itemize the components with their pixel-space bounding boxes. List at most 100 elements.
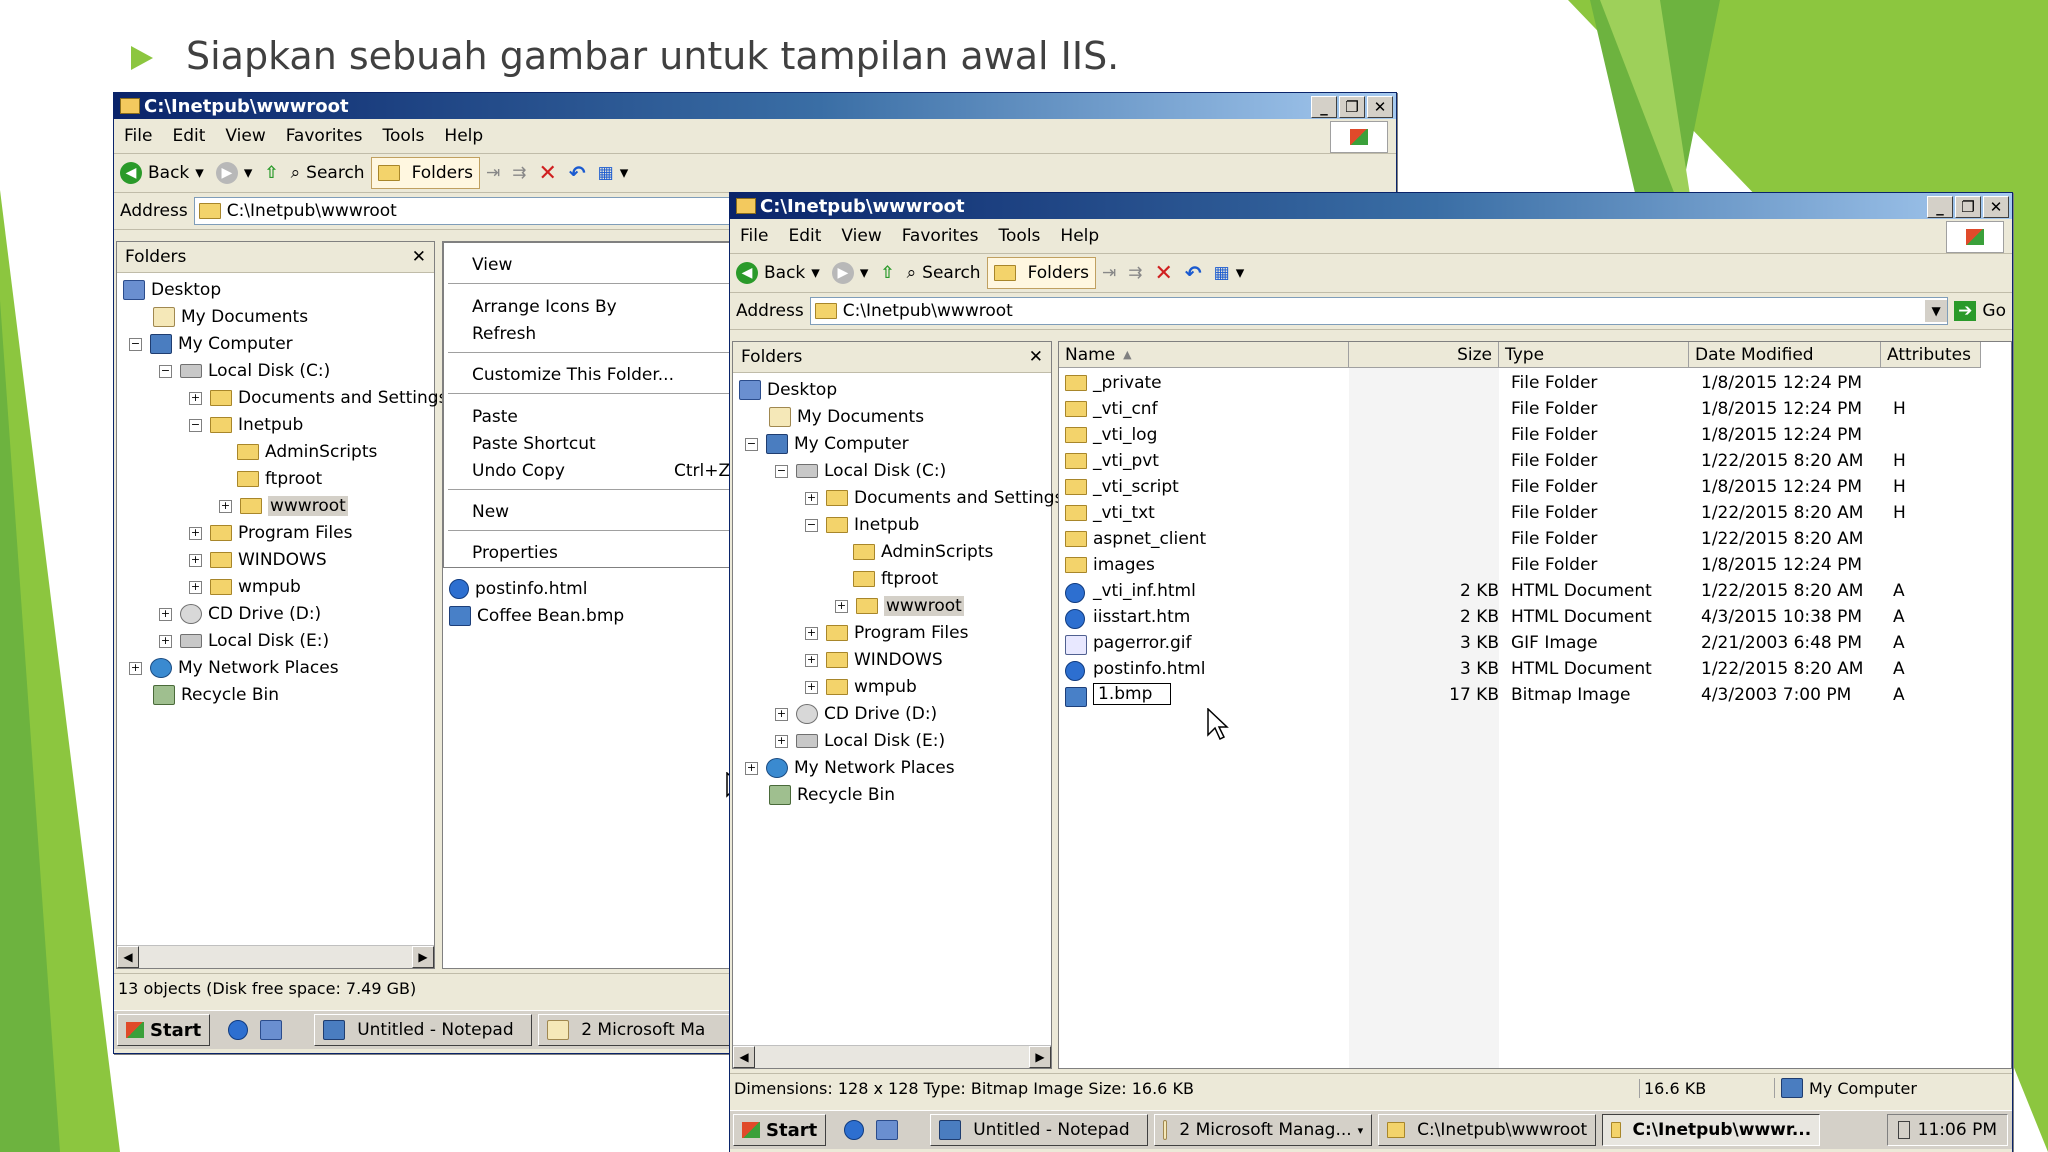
taskbar-item-mmc[interactable]: 2 Microsoft Ma <box>538 1014 757 1046</box>
column-header-type[interactable]: Type <box>1499 342 1689 368</box>
ctx-arrange-icons-by[interactable]: Arrange Icons By <box>472 297 617 317</box>
quick-launch-ie-icon[interactable] <box>228 1020 249 1040</box>
tree-item-cd-drive[interactable]: + CD Drive (D:) <box>159 601 321 627</box>
go-button[interactable]: ➔ Go <box>1948 296 2012 326</box>
column-header-name[interactable]: Name ▲ <box>1059 342 1349 368</box>
move-to-button[interactable]: ⇥ <box>480 158 506 188</box>
scroll-left-icon[interactable]: ◀ <box>117 946 139 968</box>
search-button[interactable]: ⌕ Search <box>901 258 987 288</box>
tree-item-wwwroot[interactable]: + wwwroot <box>835 593 964 619</box>
rename-input[interactable]: 1.bmp <box>1093 683 1172 705</box>
collapse-icon[interactable]: − <box>775 464 788 478</box>
restore-button[interactable]: ❐ <box>1955 196 1981 218</box>
taskbar-item-notepad[interactable]: Untitled - Notepad <box>930 1114 1149 1146</box>
quick-launch-ie-icon[interactable] <box>844 1120 865 1140</box>
table-row[interactable]: images File Folder 1/8/2015 12:24 PM <box>1059 552 2011 578</box>
tree-item-local-disk-e[interactable]: + Local Disk (E:) <box>159 628 329 654</box>
ctx-paste-shortcut[interactable]: Paste Shortcut <box>472 434 596 454</box>
undo-button[interactable]: ↶ <box>563 158 592 188</box>
table-row[interactable]: _vti_log File Folder 1/8/2015 12:24 PM <box>1059 422 2011 448</box>
address-field[interactable]: C:\Inetpub\wwwroot ▼ <box>809 297 1949 325</box>
tree-item-documents-and-settings[interactable]: + Documents and Settings <box>189 385 447 411</box>
tree-item-ftproot[interactable]: ftproot <box>853 566 938 592</box>
delete-button[interactable]: ✕ <box>532 158 562 188</box>
tree-item-windows[interactable]: + WINDOWS <box>189 547 327 573</box>
tree-item-program-files[interactable]: + Program Files <box>189 520 352 546</box>
scroll-right-icon[interactable]: ▶ <box>1029 1046 1051 1068</box>
menu-help[interactable]: Help <box>1050 226 1109 246</box>
forward-button[interactable]: ▶ ▾ <box>826 258 875 288</box>
expand-icon[interactable]: + <box>189 391 202 405</box>
table-row[interactable]: pagerror.gif 3 KB GIF Image 2/21/2003 6:48 … <box>1059 630 2011 656</box>
close-button[interactable]: ✕ <box>1367 96 1393 118</box>
close-pane-icon[interactable]: ✕ <box>1029 347 1043 367</box>
expand-icon[interactable]: + <box>219 499 232 513</box>
collapse-icon[interactable]: − <box>189 418 202 432</box>
tree-item-adminscripts[interactable]: AdminScripts <box>853 539 993 565</box>
table-row[interactable]: _vti_script File Folder 1/8/2015 12:24 PM H <box>1059 474 2011 500</box>
ctx-new[interactable]: New <box>472 502 509 522</box>
table-row[interactable]: _vti_cnf File Folder 1/8/2015 12:24 PM H <box>1059 396 2011 422</box>
tree-item-my-documents[interactable]: My Documents <box>153 304 308 330</box>
tree-item-my-network-places[interactable]: + My Network Places <box>745 755 955 781</box>
expand-icon[interactable]: + <box>189 553 202 567</box>
tree-item-wmpub[interactable]: + wmpub <box>189 574 301 600</box>
folders-button[interactable]: Folders <box>370 157 480 189</box>
search-button[interactable]: ⌕ Search <box>285 158 371 188</box>
menu-favorites[interactable]: Favorites <box>276 126 373 146</box>
start-button[interactable]: Start <box>733 1114 827 1146</box>
table-row[interactable]: iisstart.htm 2 KB HTML Document 4/3/2015 10… <box>1059 604 2011 630</box>
menu-tools[interactable]: Tools <box>373 126 435 146</box>
minimize-button[interactable]: _ <box>1927 196 1953 218</box>
expand-icon[interactable]: + <box>805 491 818 505</box>
title-bar[interactable]: C:\Inetpub\wwwroot _ ❐ ✕ <box>114 93 1396 119</box>
up-folder-button[interactable]: ⇧ <box>258 158 284 188</box>
up-folder-button[interactable]: ⇧ <box>874 258 900 288</box>
horizontal-scrollbar[interactable]: ◀ ▶ <box>117 945 434 968</box>
quick-launch-desktop-icon[interactable] <box>260 1020 283 1040</box>
table-row[interactable]: postinfo.html 3 KB HTML Document 1/22/2015 … <box>1059 656 2011 682</box>
menu-view[interactable]: View <box>831 226 891 246</box>
title-bar[interactable]: C:\Inetpub\wwwroot _ ❐ ✕ <box>730 193 2012 219</box>
menu-file[interactable]: File <box>730 226 778 246</box>
menu-edit[interactable]: Edit <box>162 126 215 146</box>
list-item[interactable]: Coffee Bean.bmp <box>449 603 624 629</box>
expand-icon[interactable]: + <box>189 526 202 540</box>
table-row[interactable]: _private File Folder 1/8/2015 12:24 PM <box>1059 370 2011 396</box>
undo-button[interactable]: ↶ <box>1179 258 1208 288</box>
table-row[interactable]: _vti_txt File Folder 1/22/2015 8:20 AM H <box>1059 500 2011 526</box>
column-header-size[interactable]: Size <box>1349 342 1499 368</box>
forward-button[interactable]: ▶ ▾ <box>210 158 259 188</box>
views-button[interactable]: ▦ ▾ <box>592 158 635 188</box>
tree-item-my-network-places[interactable]: + My Network Places <box>129 655 339 681</box>
menu-tools[interactable]: Tools <box>989 226 1051 246</box>
menu-edit[interactable]: Edit <box>778 226 831 246</box>
tree-item-inetpub[interactable]: − Inetpub <box>805 512 919 538</box>
start-button[interactable]: Start <box>117 1014 211 1046</box>
ctx-paste[interactable]: Paste <box>472 407 518 427</box>
table-row[interactable]: aspnet_client File Folder 1/22/2015 8:20 A… <box>1059 526 2011 552</box>
back-button[interactable]: ◀ Back ▾ <box>114 158 210 188</box>
expand-icon[interactable]: + <box>805 626 818 640</box>
expand-icon[interactable]: + <box>775 734 788 748</box>
tree-item-my-computer[interactable]: − My Computer <box>129 331 293 357</box>
views-button[interactable]: ▦ ▾ <box>1208 258 1251 288</box>
taskbar-item-notepad[interactable]: Untitled - Notepad <box>314 1014 533 1046</box>
chevron-down-icon[interactable]: ▼ <box>1925 300 1948 322</box>
copy-to-button[interactable]: ⇉ <box>1122 258 1148 288</box>
delete-button[interactable]: ✕ <box>1148 258 1178 288</box>
tree-item-documents-and-settings[interactable]: + Documents and Settings <box>805 485 1063 511</box>
tree-item-recycle-bin[interactable]: Recycle Bin <box>153 682 279 708</box>
scroll-right-icon[interactable]: ▶ <box>412 946 434 968</box>
ctx-undo-copy[interactable]: Undo Copy <box>472 461 565 481</box>
table-row[interactable]: 1.bmp 17 KB Bitmap Image 4/3/2003 7:00 PM A <box>1059 682 2011 708</box>
close-button[interactable]: ✕ <box>1983 196 2009 218</box>
tree-item-wmpub[interactable]: + wmpub <box>805 674 917 700</box>
tree-item-recycle-bin[interactable]: Recycle Bin <box>769 782 895 808</box>
quick-launch-desktop-icon[interactable] <box>876 1120 899 1140</box>
tree-item-local-disk-c[interactable]: − Local Disk (C:) <box>775 458 946 484</box>
ctx-view[interactable]: View <box>472 255 512 275</box>
column-header-attributes[interactable]: Attributes <box>1881 342 1981 368</box>
tree-item-ftproot[interactable]: ftproot <box>237 466 322 492</box>
collapse-icon[interactable]: − <box>129 337 142 351</box>
